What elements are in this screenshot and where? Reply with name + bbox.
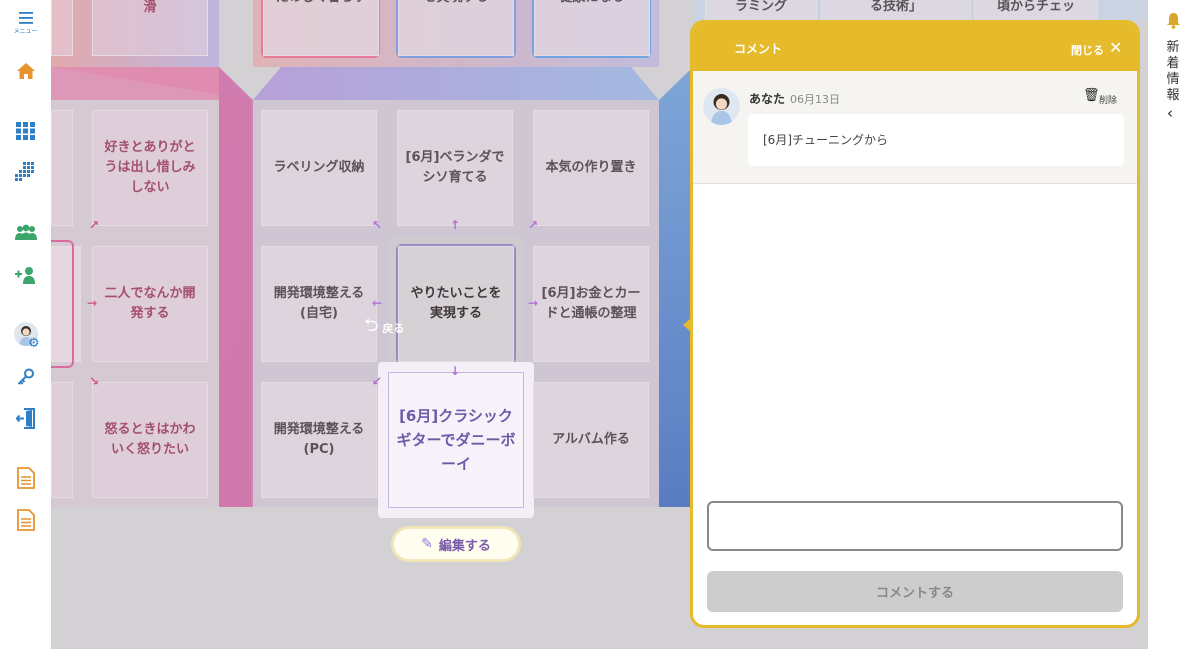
key-icon bbox=[17, 368, 34, 385]
mandala-cell[interactable]: 本気の作り置き bbox=[533, 110, 649, 226]
arrow-down-right-icon: ↘ bbox=[89, 374, 100, 388]
profile-settings-button[interactable]: ⚙ bbox=[0, 322, 51, 351]
mandala-cell[interactable] bbox=[51, 110, 73, 226]
trash-icon[interactable]: 🗑 bbox=[1083, 88, 1100, 103]
mandala-cell[interactable]: 開発環境整える(PC) bbox=[261, 382, 377, 498]
home-button[interactable] bbox=[0, 61, 51, 81]
mandala-cell[interactable]: 開発環境整える(自宅) bbox=[261, 246, 377, 362]
comment-date: 06月13日 bbox=[790, 93, 840, 106]
add-user-icon bbox=[14, 267, 35, 284]
pencil-icon: ✎ bbox=[421, 536, 433, 552]
mandala-cell[interactable]: 怒るときはかわいく怒りたい bbox=[92, 382, 208, 498]
news-label[interactable]: 新着情報 bbox=[1165, 40, 1181, 104]
full-grid-button[interactable] bbox=[0, 162, 51, 184]
arrow-down-icon: ↓ bbox=[450, 364, 461, 378]
key-button[interactable] bbox=[0, 368, 51, 386]
arrow-up-right-icon: ↗ bbox=[89, 218, 100, 232]
comment-input[interactable] bbox=[707, 501, 1123, 551]
bell-icon[interactable] bbox=[1166, 12, 1181, 29]
comment-item: あなた 06月13日 🗑 削除 [6月]チューニングから bbox=[693, 71, 1137, 184]
chevron-left-icon[interactable]: ‹ bbox=[1167, 104, 1173, 122]
mandala-cell[interactable]: ニケーション円滑 bbox=[92, 0, 208, 56]
person-icon bbox=[711, 94, 732, 125]
home-icon bbox=[16, 63, 35, 79]
avatar bbox=[703, 88, 740, 125]
document-icon bbox=[16, 467, 35, 489]
arrow-up-left-icon: ↖ bbox=[372, 218, 383, 232]
back-button[interactable]: ⮌ 戻る bbox=[364, 313, 404, 343]
hamburger-icon bbox=[18, 12, 33, 24]
mandala-cell[interactable]: 二人でなんか開発する bbox=[92, 246, 208, 362]
submit-comment-label: コメントする bbox=[875, 586, 954, 601]
team-button[interactable] bbox=[0, 224, 51, 241]
arrow-right-icon: → bbox=[87, 296, 98, 310]
arrow-down-left-icon: ↙ bbox=[372, 374, 383, 388]
menu-label: メニュー bbox=[13, 28, 38, 35]
left-sidebar: メニュー ⚙ bbox=[0, 0, 51, 649]
mandala-cell[interactable] bbox=[51, 0, 73, 56]
mandala-cell[interactable]: [6月]ベランダでシソ育てる bbox=[397, 110, 513, 226]
gear-icon: ⚙ bbox=[28, 336, 40, 351]
logout-button[interactable] bbox=[0, 408, 51, 429]
submit-comment-button[interactable]: コメントする bbox=[707, 571, 1123, 612]
edit-label: 編集する bbox=[438, 538, 491, 554]
edit-button[interactable]: ✎ 編集する bbox=[391, 526, 521, 562]
add-member-button[interactable] bbox=[0, 266, 51, 284]
arrow-left-icon: ← bbox=[372, 296, 383, 310]
back-label: 戻る bbox=[382, 322, 405, 335]
arrow-up-right-icon: ↗ bbox=[528, 218, 539, 232]
mandala-cell[interactable]: [6月]お金とカードと通帳の整理 bbox=[533, 246, 649, 362]
right-sidebar: 新着情報 ‹ bbox=[1148, 0, 1199, 649]
close-icon[interactable]: ✕ bbox=[1109, 38, 1122, 57]
menu-button[interactable]: メニュー bbox=[0, 11, 51, 35]
team-icon bbox=[14, 224, 37, 240]
panel-pointer bbox=[683, 318, 691, 332]
delete-button[interactable]: 削除 bbox=[1099, 93, 1117, 106]
comment-panel-header: コメント 閉じる ✕ bbox=[693, 23, 1137, 71]
cell-highlight bbox=[51, 240, 74, 368]
close-button[interactable]: 閉じる bbox=[1071, 42, 1104, 58]
document-icon bbox=[16, 509, 35, 531]
document-button-1[interactable] bbox=[0, 467, 51, 489]
mandala-cell[interactable]: を実現する bbox=[398, 0, 514, 56]
mandala-cell[interactable] bbox=[51, 382, 73, 498]
grid-icon bbox=[16, 122, 35, 140]
grid-view-button[interactable] bbox=[0, 122, 51, 140]
comment-panel-title: コメント bbox=[734, 42, 783, 56]
document-button-2[interactable] bbox=[0, 509, 51, 531]
mandala-cell[interactable]: アルバム作る bbox=[533, 382, 649, 498]
logout-icon bbox=[15, 408, 35, 429]
arrow-up-icon: ↑ bbox=[450, 218, 461, 232]
mandala-cell[interactable]: ラベリング収納 bbox=[261, 110, 377, 226]
mandala-cell[interactable]: たのしく暮らす bbox=[263, 0, 379, 56]
center-goal-cell[interactable]: やりたいことを実現する bbox=[398, 246, 514, 362]
mandala-cell[interactable]: 健康になる bbox=[534, 0, 650, 56]
comment-text: [6月]チューニングから bbox=[748, 114, 1124, 166]
arrow-right-icon: → bbox=[528, 296, 539, 310]
mandala-cell[interactable]: 好きとありがとうは出し惜しみしない bbox=[92, 110, 208, 226]
comment-panel: コメント 閉じる ✕ あなた 06月13日 🗑 削除 [6月]チューニングから … bbox=[690, 20, 1140, 628]
selected-cell[interactable]: [6月]クラシックギターでダニーボーイ bbox=[388, 372, 524, 508]
comment-author: あなた bbox=[749, 92, 786, 106]
mosaic-icon bbox=[14, 162, 34, 181]
undo-icon: ⮌ bbox=[364, 315, 379, 336]
